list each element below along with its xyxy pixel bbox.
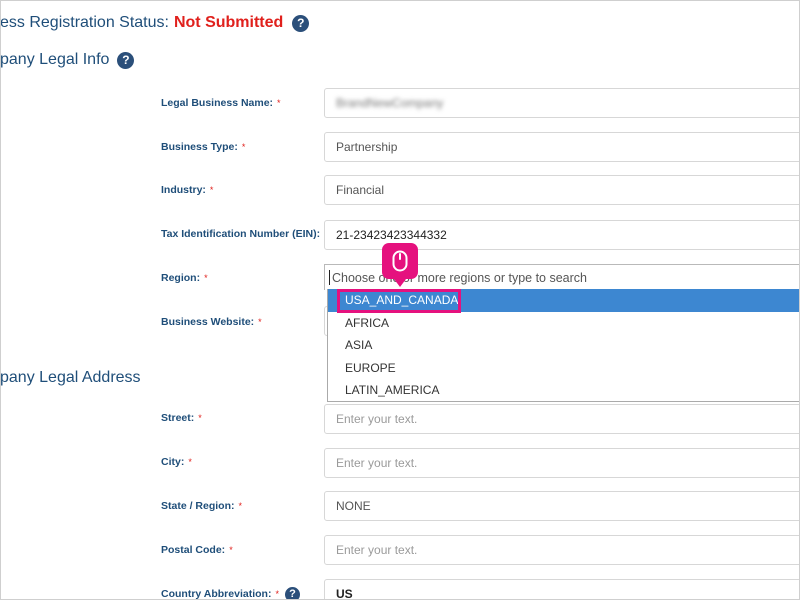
business-type-value: Partnership xyxy=(336,140,398,154)
legal-info-title-text: pany Legal Info xyxy=(0,51,110,68)
business-type-label: Business Type: * xyxy=(161,141,246,153)
industry-label: Industry: * xyxy=(161,184,214,196)
postal-code-field[interactable]: Enter your text. xyxy=(324,535,800,565)
legal-address-title: pany Legal Address xyxy=(0,367,141,389)
city-label: City: * xyxy=(161,456,192,468)
region-placeholder: Choose one or more regions or type to se… xyxy=(332,270,587,285)
tax-id-value: 21-23423423344332 xyxy=(336,228,447,242)
legal-business-name-field[interactable]: BrandNewCompany xyxy=(324,88,800,118)
registration-status-label: ess Registration Status: xyxy=(0,14,169,31)
legal-address-title-text: pany Legal Address xyxy=(0,369,141,386)
help-icon[interactable]: ? xyxy=(292,14,310,32)
help-icon[interactable]: ? xyxy=(117,51,135,69)
legal-info-title: pany Legal Info ? xyxy=(0,49,135,71)
street-placeholder: Enter your text. xyxy=(336,412,418,426)
industry-value: Financial xyxy=(336,183,385,197)
region-option-asia[interactable]: ASIA xyxy=(328,334,800,357)
region-dropdown: USA_AND_CANADA AFRICA ASIA EUROPE LATIN_… xyxy=(327,289,800,402)
region-option-usa-and-canada[interactable]: USA_AND_CANADA xyxy=(328,289,800,312)
mouse-icon xyxy=(382,243,418,287)
country-abbreviation-value: US xyxy=(336,587,353,600)
country-abbreviation-label: Country Abbreviation: * ? xyxy=(161,586,300,600)
registration-status-value: Not Submitted xyxy=(173,14,284,31)
country-abbreviation-field[interactable]: US xyxy=(324,579,800,600)
business-website-label: Business Website: * xyxy=(161,316,262,328)
text-caret xyxy=(329,270,330,285)
region-option-africa[interactable]: AFRICA xyxy=(328,312,800,335)
mouse-icon-glyph xyxy=(392,250,408,272)
state-field[interactable]: NONE xyxy=(324,491,800,521)
legal-business-name-value: BrandNewCompany xyxy=(336,96,444,110)
street-field[interactable]: Enter your text. xyxy=(324,404,800,434)
city-placeholder: Enter your text. xyxy=(336,456,418,470)
region-label: Region: * xyxy=(161,272,208,284)
business-type-field[interactable]: Partnership xyxy=(324,132,800,162)
region-option-latin-america[interactable]: LATIN_AMERICA xyxy=(328,379,800,402)
region-option-europe[interactable]: EUROPE xyxy=(328,357,800,380)
postal-code-label: Postal Code: * xyxy=(161,544,233,556)
tax-id-label: Tax Identification Number (EIN): xyxy=(161,228,321,240)
industry-field[interactable]: Financial xyxy=(324,175,800,205)
state-value: NONE xyxy=(336,499,371,513)
state-label: State / Region: * xyxy=(161,500,243,512)
city-field[interactable]: Enter your text. xyxy=(324,448,800,478)
postal-code-placeholder: Enter your text. xyxy=(336,543,418,557)
legal-business-name-label: Legal Business Name: * xyxy=(161,97,281,109)
registration-status: ess Registration Status: Not Submitted ? xyxy=(0,12,310,34)
help-icon[interactable]: ? xyxy=(284,586,300,600)
street-label: Street: * xyxy=(161,412,202,424)
